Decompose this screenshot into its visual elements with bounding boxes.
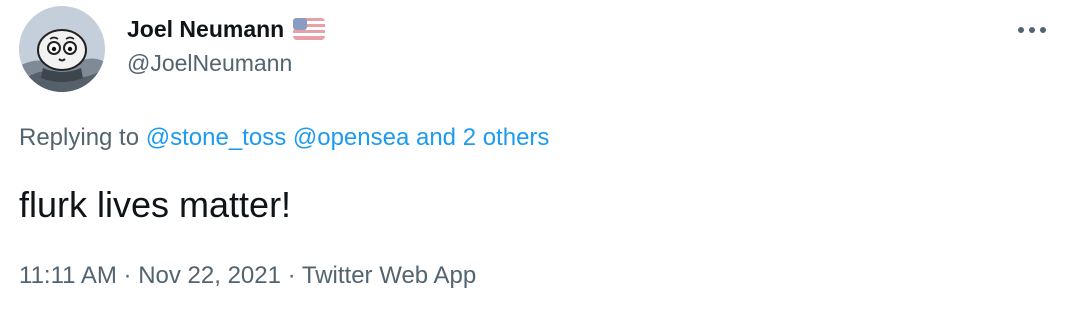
replying-to-label: Replying to <box>19 124 140 151</box>
tweet-source-link[interactable]: Twitter Web App <box>302 262 476 289</box>
author-display-name[interactable]: Joel Neumann <box>127 16 284 43</box>
avatar[interactable] <box>19 6 105 92</box>
author-name-row: Joel Neumann <box>127 14 326 44</box>
tweet-time-link[interactable]: 11:11 AM <box>19 262 117 289</box>
replying-to-line: Replying to @stone_toss @opensea and 2 o… <box>19 124 549 152</box>
mention-stone-toss-link[interactable]: @stone_toss <box>146 124 286 151</box>
and-others-link[interactable]: and 2 others <box>416 124 549 151</box>
tweet-metadata: 11:11 AM · Nov 22, 2021 · Twitter Web Ap… <box>19 262 476 290</box>
avatar-image <box>19 6 105 92</box>
mention-opensea-link[interactable]: @opensea <box>293 124 409 151</box>
us-flag-icon <box>293 18 326 40</box>
more-horizontal-icon <box>1018 27 1046 33</box>
meta-separator: · <box>123 262 132 289</box>
author-handle[interactable]: @JoelNeumann <box>127 50 292 77</box>
tweet: Joel Neumann @JoelNeumann Replying to @s… <box>0 0 1067 315</box>
meta-separator: · <box>287 262 296 289</box>
tweet-date-link[interactable]: Nov 22, 2021 <box>138 262 281 289</box>
tweet-text: flurk lives matter! <box>19 184 292 225</box>
more-options-button[interactable] <box>1012 16 1052 44</box>
